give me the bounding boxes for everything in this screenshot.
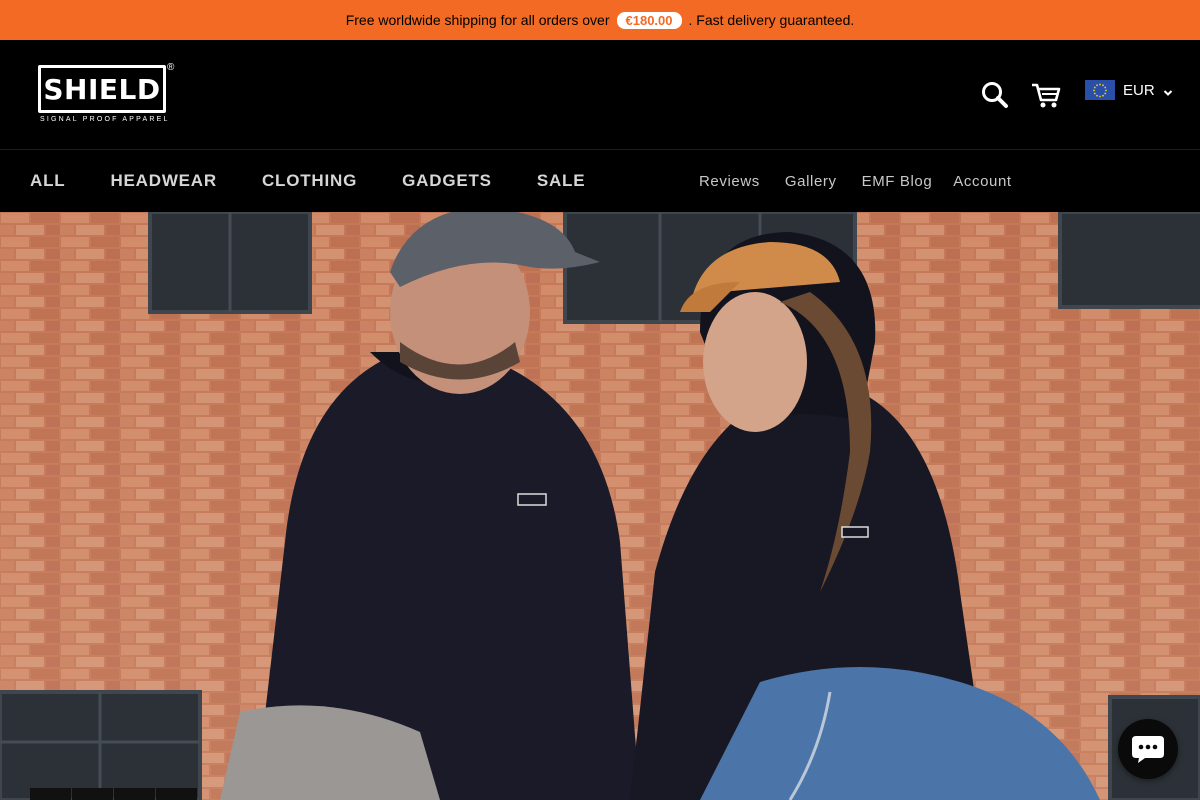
announcement-text-before: Free worldwide shipping for all orders o… <box>345 12 610 28</box>
announcement-text-after: . Fast delivery guaranteed. <box>688 12 855 28</box>
slider-indicators <box>30 788 197 800</box>
sweatshirt-logo-badge-2 <box>841 526 869 538</box>
currency-selector[interactable]: EUR <box>1085 78 1173 102</box>
eu-flag-icon <box>1085 80 1115 100</box>
currency-code: EUR <box>1123 81 1155 99</box>
main-navigation: ALL HEADWEAR CLOTHING GADGETS SALE Revie… <box>0 150 1200 212</box>
shipping-threshold-badge: €180.00 <box>616 11 682 29</box>
logo-tagline: SIGNAL PROOF APPAREL <box>40 116 170 123</box>
chat-bubble-icon <box>1132 736 1164 763</box>
nav-link-reviews[interactable]: Reviews <box>699 173 760 190</box>
slide-indicator[interactable] <box>72 788 113 800</box>
nav-link-emf-blog[interactable]: EMF Blog <box>862 173 933 190</box>
slide-indicator[interactable] <box>114 788 155 800</box>
nav-item-sale[interactable]: SALE <box>537 171 586 191</box>
slide-indicator[interactable] <box>156 788 197 800</box>
chat-button[interactable] <box>1118 719 1178 779</box>
site-header: SHIELD ® SIGNAL PROOF APPAREL EUR <box>0 40 1200 150</box>
nav-item-clothing[interactable]: CLOTHING <box>262 171 357 191</box>
slide-indicator[interactable] <box>30 788 71 800</box>
cart-icon[interactable] <box>1030 80 1062 110</box>
hero-banner-image[interactable] <box>0 212 1200 800</box>
secondary-nav: Reviews Gallery EMF Blog Account <box>699 150 1012 212</box>
nav-item-all[interactable]: ALL <box>30 171 65 191</box>
sweatshirt-logo-badge <box>517 493 547 506</box>
primary-nav: ALL HEADWEAR CLOTHING GADGETS SALE <box>30 150 630 212</box>
search-icon[interactable] <box>980 80 1010 110</box>
nav-link-gallery[interactable]: Gallery <box>785 173 837 190</box>
nav-link-account[interactable]: Account <box>953 173 1011 190</box>
nav-item-gadgets[interactable]: GADGETS <box>402 171 492 191</box>
logo-registered-mark: ® <box>167 62 175 73</box>
announcement-bar: Free worldwide shipping for all orders o… <box>0 0 1200 40</box>
hero-photo <box>0 212 1200 800</box>
nav-item-headwear[interactable]: HEADWEAR <box>110 171 217 191</box>
logo-wordmark: SHIELD <box>38 65 166 113</box>
chevron-down-icon <box>1163 85 1173 96</box>
site-logo[interactable]: SHIELD ® SIGNAL PROOF APPAREL <box>36 62 181 128</box>
